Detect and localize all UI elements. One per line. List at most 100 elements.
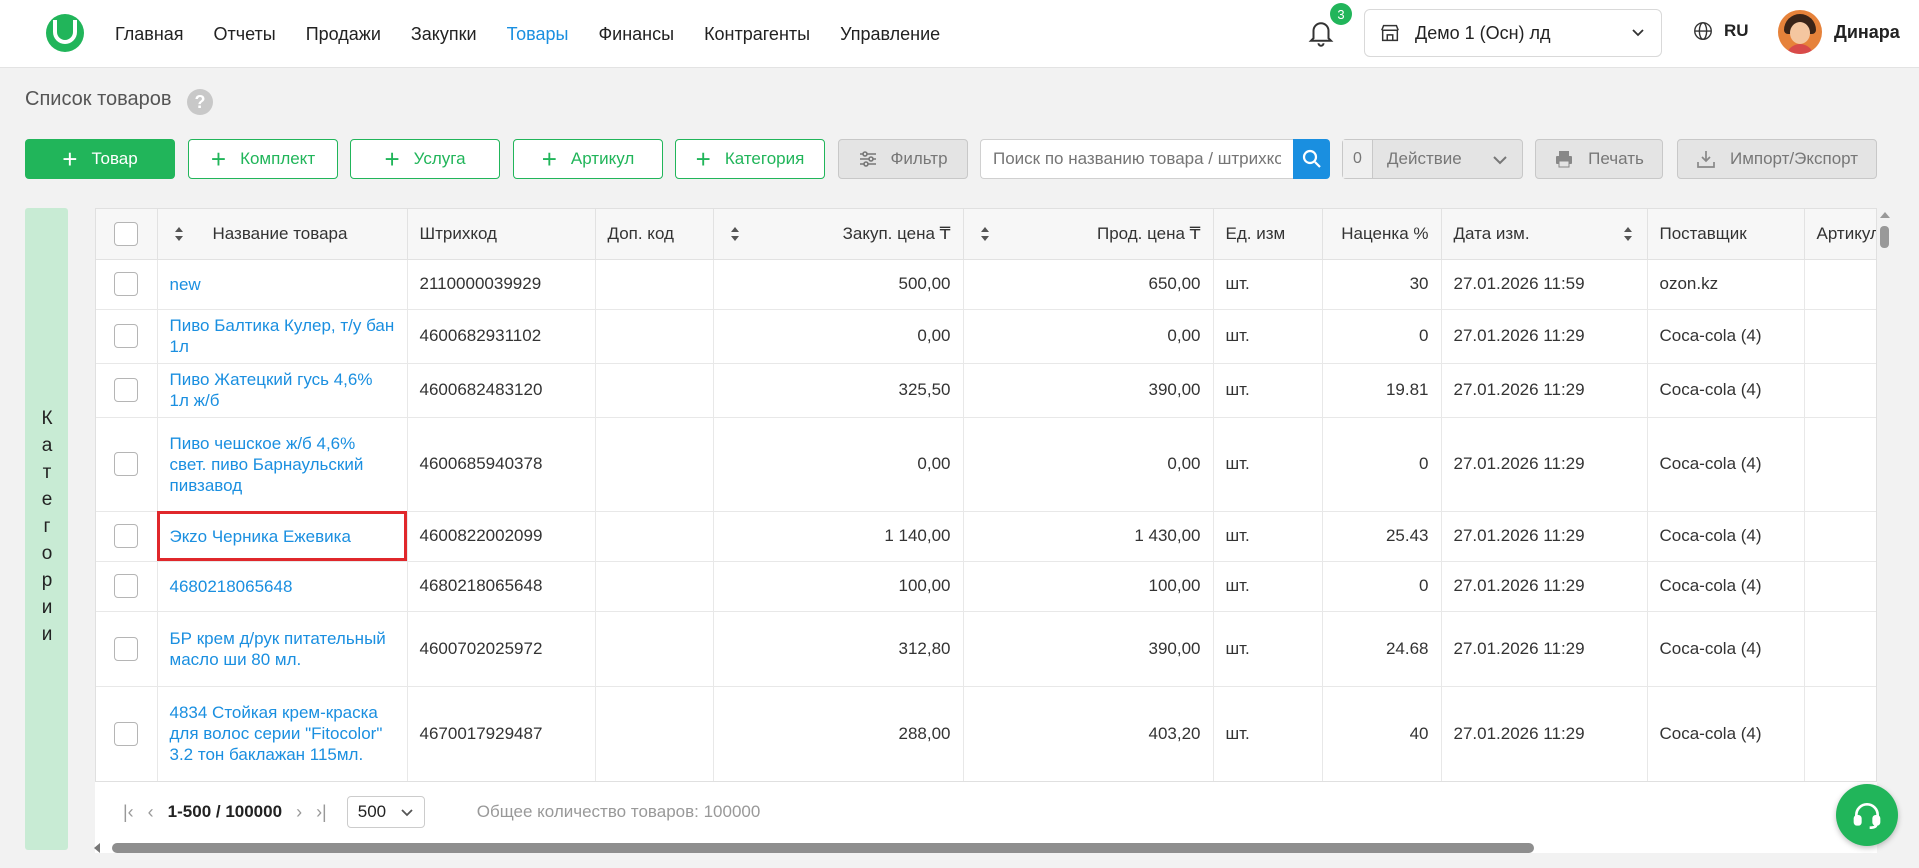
row-checkbox[interactable] bbox=[114, 524, 139, 548]
scroll-left-arrow[interactable] bbox=[94, 843, 100, 853]
add-service-button[interactable]: + Услуга bbox=[350, 139, 500, 179]
row-checkbox[interactable] bbox=[114, 272, 139, 296]
nav-item-counterparties[interactable]: Контрагенты bbox=[704, 24, 810, 45]
import-export-button[interactable]: Импорт/Экспорт bbox=[1677, 139, 1877, 179]
next-page-icon[interactable]: › bbox=[296, 802, 302, 823]
search-input[interactable] bbox=[980, 139, 1293, 179]
nav-item-management[interactable]: Управление bbox=[840, 24, 940, 45]
product-name-cell: Пиво чешское ж/б 4,6% свет. пиво Барнаул… bbox=[157, 417, 408, 512]
product-name-link[interactable]: 4680218065648 bbox=[170, 576, 395, 597]
bell-icon[interactable] bbox=[1306, 17, 1336, 47]
date-cell: 27.01.2026 11:29 bbox=[1441, 417, 1648, 512]
column-header-name[interactable]: Название товара bbox=[157, 209, 408, 260]
row-checkbox[interactable] bbox=[114, 452, 139, 476]
date-cell: 27.01.2026 11:29 bbox=[1441, 511, 1648, 562]
sort-icon[interactable] bbox=[174, 226, 184, 242]
column-header-purchase-price[interactable]: Закуп. цена ₸ bbox=[713, 209, 964, 260]
store-icon bbox=[1381, 24, 1399, 42]
table-row[interactable]: Пиво чешское ж/б 4,6% свет. пиво Барнаул… bbox=[96, 417, 1876, 512]
table-row[interactable]: Пиво Жатецкий гусь 4,6% 1л ж/б 460068248… bbox=[96, 363, 1876, 418]
plus-icon: + bbox=[210, 144, 227, 174]
sort-icon[interactable] bbox=[1623, 226, 1633, 242]
store-select[interactable]: Демо 1 (Осн) лд bbox=[1364, 9, 1662, 57]
column-header-date[interactable]: Дата изм. bbox=[1441, 209, 1648, 260]
first-page-icon[interactable]: |‹ bbox=[123, 802, 134, 823]
row-checkbox[interactable] bbox=[114, 721, 139, 746]
nav-item-home[interactable]: Главная bbox=[115, 24, 184, 45]
nav-item-finance[interactable]: Финансы bbox=[598, 24, 674, 45]
add-article-button[interactable]: + Артикул bbox=[513, 139, 663, 179]
nav-item-reports[interactable]: Отчеты bbox=[214, 24, 276, 45]
date-cell: 27.01.2026 11:59 bbox=[1441, 259, 1648, 310]
select-all-cell bbox=[96, 209, 158, 260]
avatar[interactable] bbox=[1778, 10, 1822, 54]
print-button[interactable]: Печать bbox=[1535, 139, 1663, 179]
table-row[interactable]: 4834 Стойкая крем-краска для волос серии… bbox=[96, 686, 1876, 781]
select-all-checkbox[interactable] bbox=[114, 221, 139, 246]
product-name-link[interactable]: БР крем д/рук питательный масло ши 80 мл… bbox=[170, 628, 395, 670]
markup-cell: 0 bbox=[1322, 309, 1442, 364]
unit-cell: шт. bbox=[1213, 511, 1323, 562]
vertical-scrollbar[interactable] bbox=[1880, 226, 1889, 248]
user-name[interactable]: Динара bbox=[1834, 22, 1900, 43]
bulk-action-select[interactable]: 0 Действие bbox=[1342, 139, 1523, 179]
column-sale-price-label: Прод. цена ₸ bbox=[1096, 223, 1201, 243]
row-checkbox[interactable] bbox=[114, 636, 139, 661]
help-icon[interactable]: ? bbox=[187, 89, 213, 115]
table-row[interactable]: Пиво Балтика Кулер, т/у бан 1л 460068293… bbox=[96, 309, 1876, 364]
add-kit-button[interactable]: + Комплект bbox=[188, 139, 338, 179]
nav-item-purchases[interactable]: Закупки bbox=[411, 24, 477, 45]
column-header-unit[interactable]: Ед. изм bbox=[1213, 209, 1323, 260]
scroll-up-arrow[interactable] bbox=[1880, 212, 1890, 218]
last-page-icon[interactable]: ›| bbox=[316, 802, 327, 823]
app-logo[interactable] bbox=[46, 14, 84, 52]
add-product-button[interactable]: + Товар bbox=[25, 139, 175, 179]
language-switcher[interactable]: RU bbox=[1692, 20, 1749, 42]
product-name-link[interactable]: new bbox=[170, 274, 395, 295]
product-name-link[interactable]: 4834 Стойкая крем-краска для волос серии… bbox=[170, 702, 395, 765]
product-name-link[interactable]: Пиво Жатецкий гусь 4,6% 1л ж/б bbox=[170, 369, 395, 411]
sort-icon[interactable] bbox=[980, 226, 990, 242]
column-header-sale-price[interactable]: Прод. цена ₸ bbox=[963, 209, 1214, 260]
column-header-extra-code[interactable]: Доп. код bbox=[595, 209, 714, 260]
row-checkbox[interactable] bbox=[114, 378, 139, 402]
barcode-cell: 4600822002099 bbox=[407, 511, 596, 562]
product-name-link[interactable]: Пиво чешское ж/б 4,6% свет. пиво Барнаул… bbox=[170, 433, 395, 496]
column-unit-label: Ед. изм bbox=[1225, 223, 1286, 243]
per-page-select[interactable]: 500 bbox=[346, 796, 425, 828]
plus-icon: + bbox=[384, 144, 400, 174]
product-name-cell: БР крем д/рук питательный масло ши 80 мл… bbox=[157, 611, 408, 687]
column-header-barcode[interactable]: Штрихкод bbox=[407, 209, 596, 260]
add-category-button[interactable]: + Категория bbox=[675, 139, 825, 179]
product-name-link[interactable]: Пиво Балтика Кулер, т/у бан 1л bbox=[170, 315, 395, 357]
date-cell: 27.01.2026 11:29 bbox=[1441, 309, 1648, 364]
categories-panel-toggle[interactable]: Категории bbox=[25, 208, 68, 850]
filter-label: Фильтр bbox=[890, 149, 948, 168]
unit-cell: шт. bbox=[1213, 417, 1323, 512]
plus-icon: + bbox=[62, 144, 78, 174]
table-row[interactable]: Экzо Черника Ежевика 4600822002099 1 140… bbox=[96, 511, 1876, 562]
sort-icon[interactable] bbox=[730, 226, 740, 242]
column-header-supplier[interactable]: Поставщик bbox=[1647, 209, 1805, 260]
support-chat-button[interactable] bbox=[1836, 784, 1898, 846]
prev-page-icon[interactable]: ‹ bbox=[148, 802, 154, 823]
table-row[interactable]: new 2110000039929 500,00 650,00 шт. 30 2… bbox=[96, 259, 1876, 310]
article-cell bbox=[1804, 611, 1876, 687]
column-header-article[interactable]: Артикул bbox=[1804, 209, 1876, 260]
column-header-markup[interactable]: Наценка % bbox=[1322, 209, 1442, 260]
column-date-label: Дата изм. bbox=[1453, 223, 1530, 243]
row-checkbox[interactable] bbox=[114, 574, 139, 598]
row-checkbox[interactable] bbox=[114, 324, 139, 348]
selected-count: 0 bbox=[1343, 140, 1373, 178]
table-header-row: Название товара Штрихкод Доп. код Закуп.… bbox=[96, 209, 1876, 260]
nav-item-products[interactable]: Товары bbox=[507, 24, 569, 45]
table-row[interactable]: БР крем д/рук питательный масло ши 80 мл… bbox=[96, 611, 1876, 687]
filter-button[interactable]: Фильтр bbox=[838, 139, 968, 179]
nav-item-sales[interactable]: Продажи bbox=[306, 24, 381, 45]
horizontal-scrollbar[interactable] bbox=[112, 843, 1534, 853]
search-button[interactable] bbox=[1293, 139, 1330, 179]
product-name-link[interactable]: Экzо Черника Ежевика bbox=[170, 526, 395, 547]
article-cell bbox=[1804, 259, 1876, 310]
table-row[interactable]: 4680218065648 4680218065648 100,00 100,0… bbox=[96, 561, 1876, 612]
date-cell: 27.01.2026 11:29 bbox=[1441, 561, 1648, 612]
